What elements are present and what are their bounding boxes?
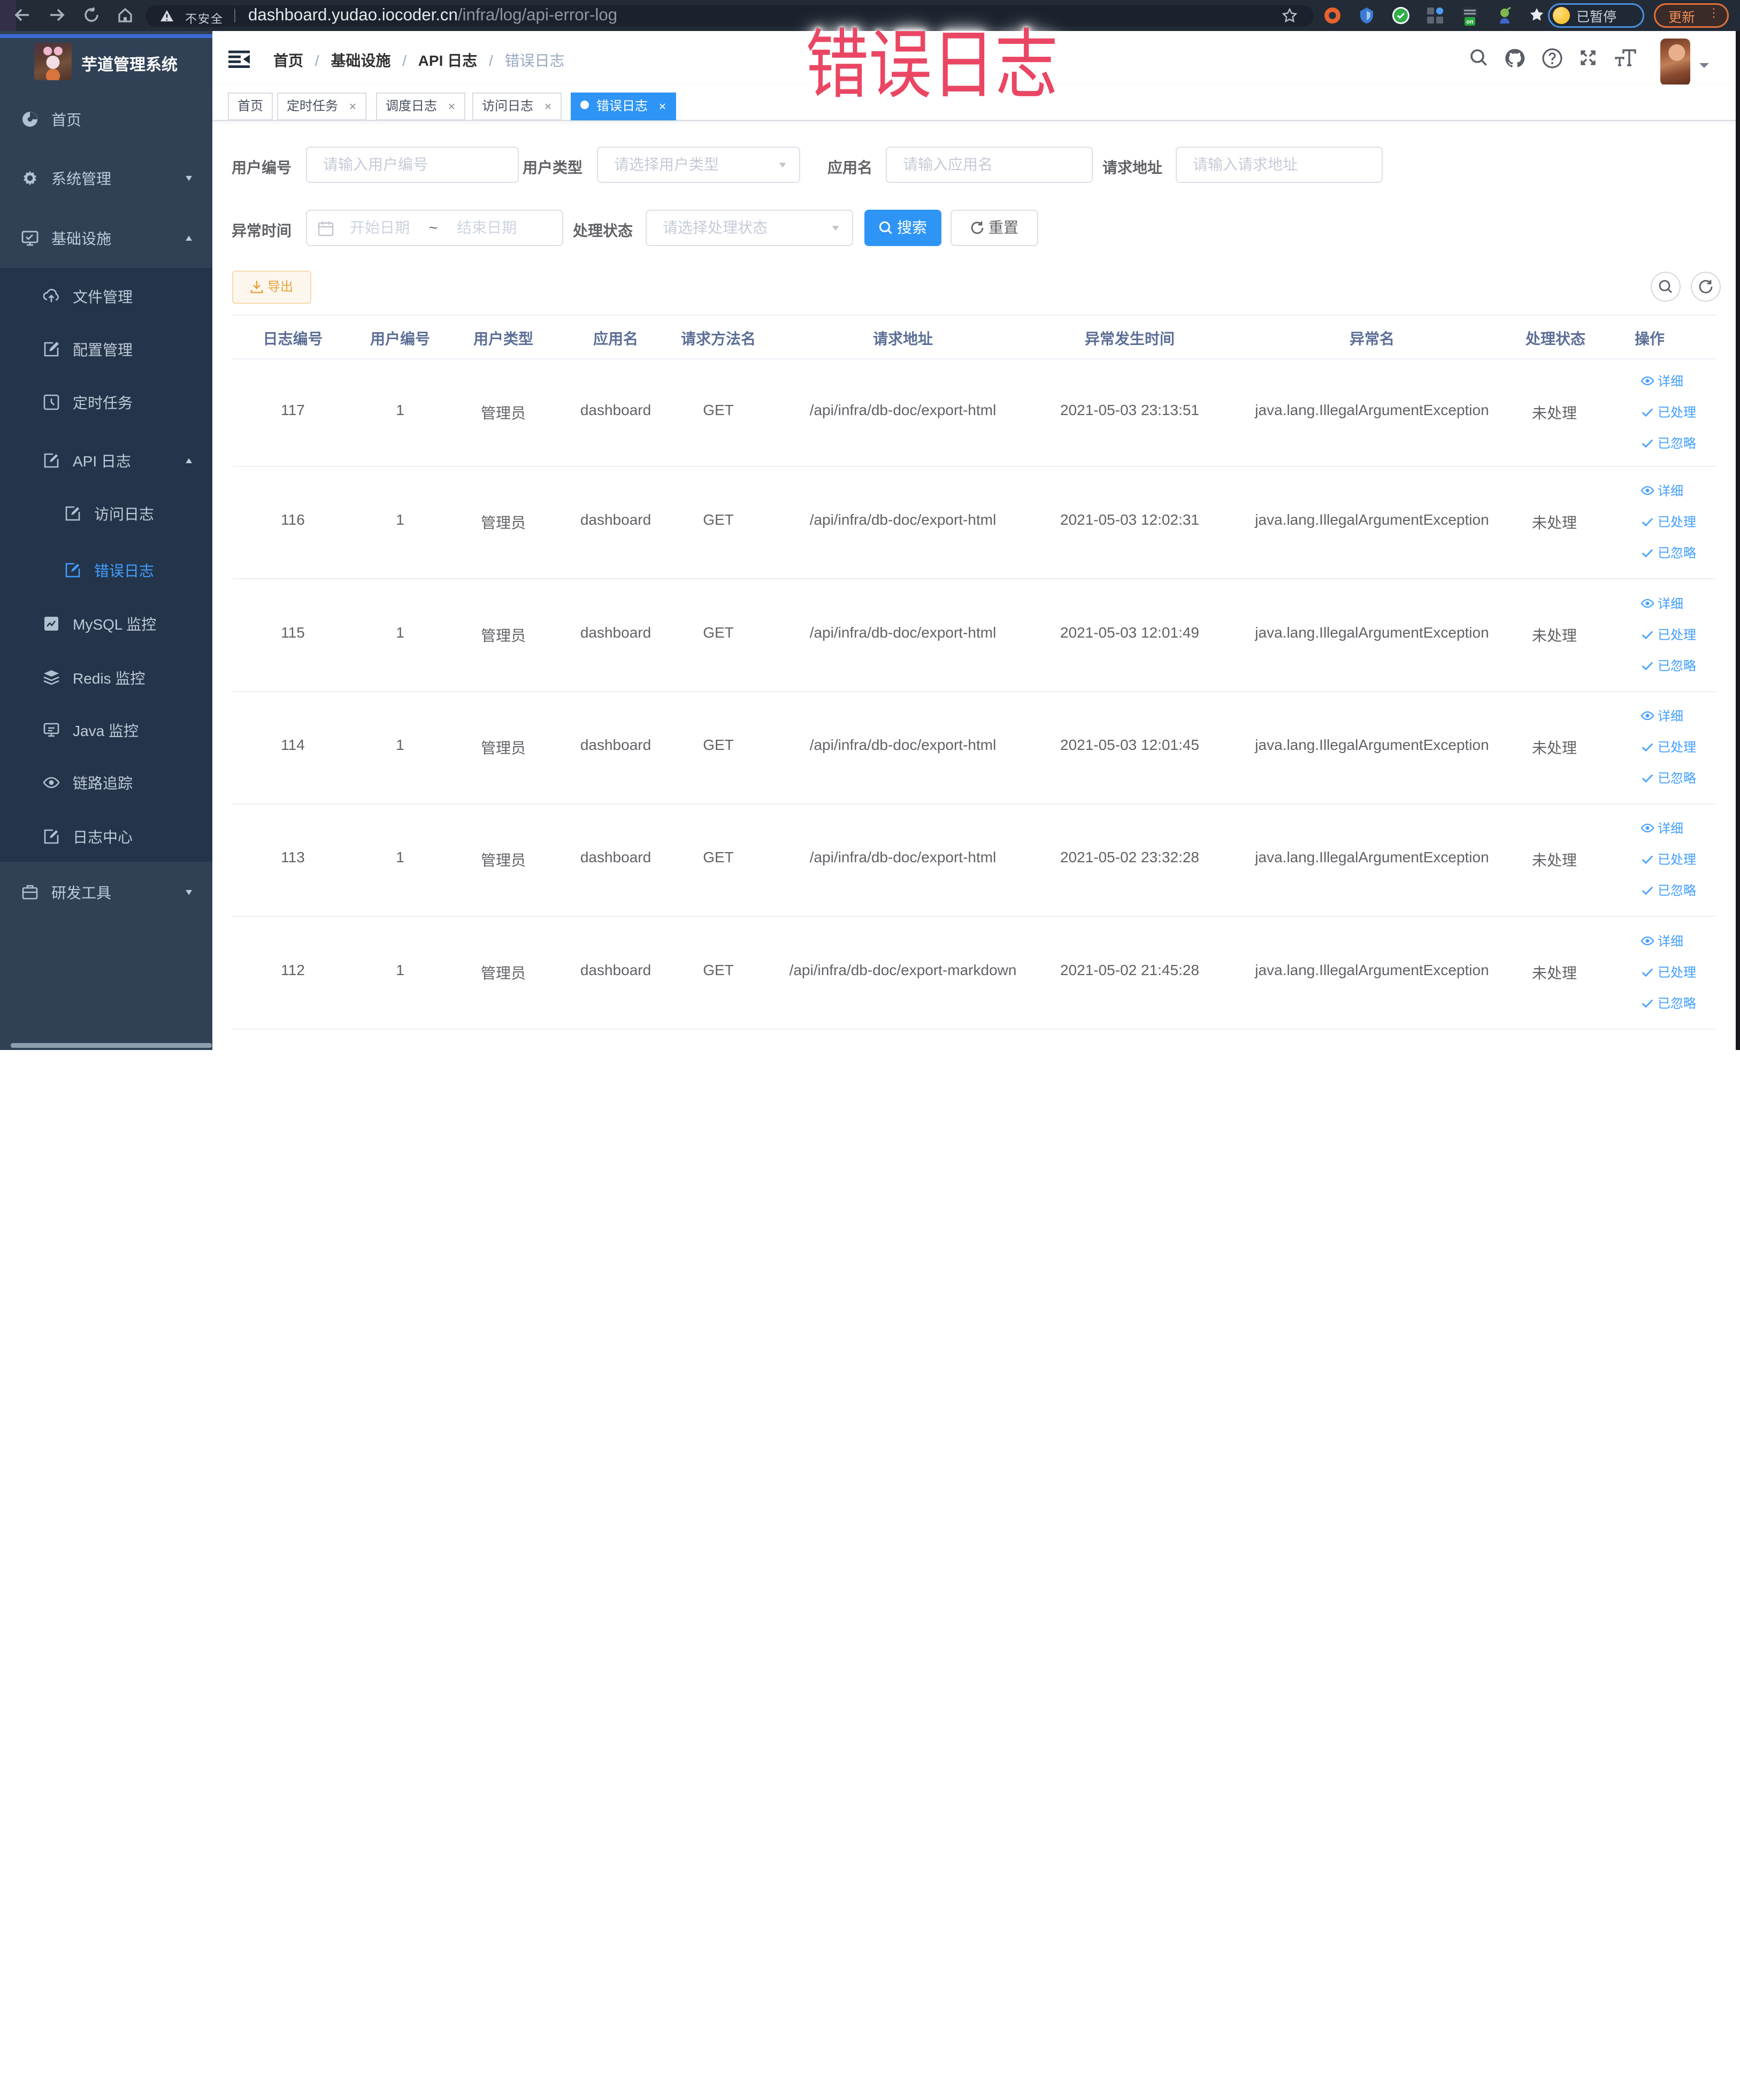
svg-text:on: on bbox=[1466, 19, 1474, 25]
